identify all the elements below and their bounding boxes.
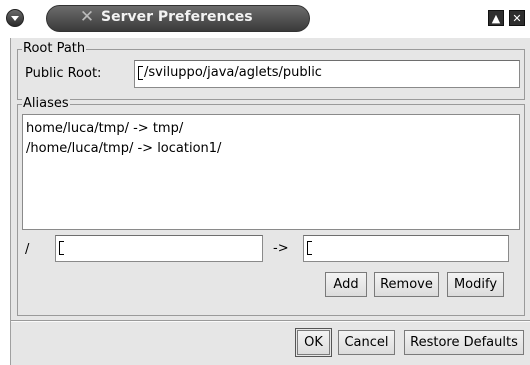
footer-separator [11,320,530,322]
list-item[interactable]: /home/luca/tmp/ -> location1/ [26,139,516,159]
app-x-icon: ✕ [79,7,95,27]
remove-button[interactable]: Remove [374,272,439,297]
aliases-list[interactable]: home/luca/tmp/ -> tmp/ /home/luca/tmp/ -… [22,114,520,230]
text-caret [307,240,312,255]
public-root-value: /sviluppo/java/aglets/public [144,65,322,80]
list-item[interactable]: home/luca/tmp/ -> tmp/ [26,119,516,139]
maximize-icon[interactable]: ▲ [488,10,504,26]
aliases-legend: Aliases [22,96,70,111]
aliases-group: Aliases home/luca/tmp/ -> tmp/ /home/luc… [17,97,525,316]
text-caret [59,240,64,255]
alias-arrow-label: -> [273,241,289,256]
ok-button[interactable]: OK [295,328,332,357]
add-button[interactable]: Add [325,272,367,297]
close-icon[interactable]: ✕ [509,10,525,26]
dialog-body: Root Path Public Root: /sviluppo/java/ag… [10,38,530,365]
cancel-button[interactable]: Cancel [338,330,395,355]
modify-button[interactable]: Modify [447,272,504,297]
root-path-group: Root Path Public Root: /sviluppo/java/ag… [17,42,525,100]
title-bar: ✕ Server Preferences ▲ ✕ [0,0,530,36]
text-caret [138,65,143,80]
restore-defaults-button[interactable]: Restore Defaults [404,330,524,355]
server-preferences-window: ✕ Server Preferences ▲ ✕ Root Path Publi… [0,0,530,365]
public-root-input[interactable]: /sviluppo/java/aglets/public [134,60,520,88]
alias-to-input[interactable] [303,235,509,262]
alias-prefix-label: / [25,242,30,257]
root-path-legend: Root Path [22,41,87,56]
public-root-label: Public Root: [25,66,102,81]
alias-from-input[interactable] [55,235,263,262]
window-menu-button[interactable] [6,9,24,27]
window-title: Server Preferences [101,9,253,25]
